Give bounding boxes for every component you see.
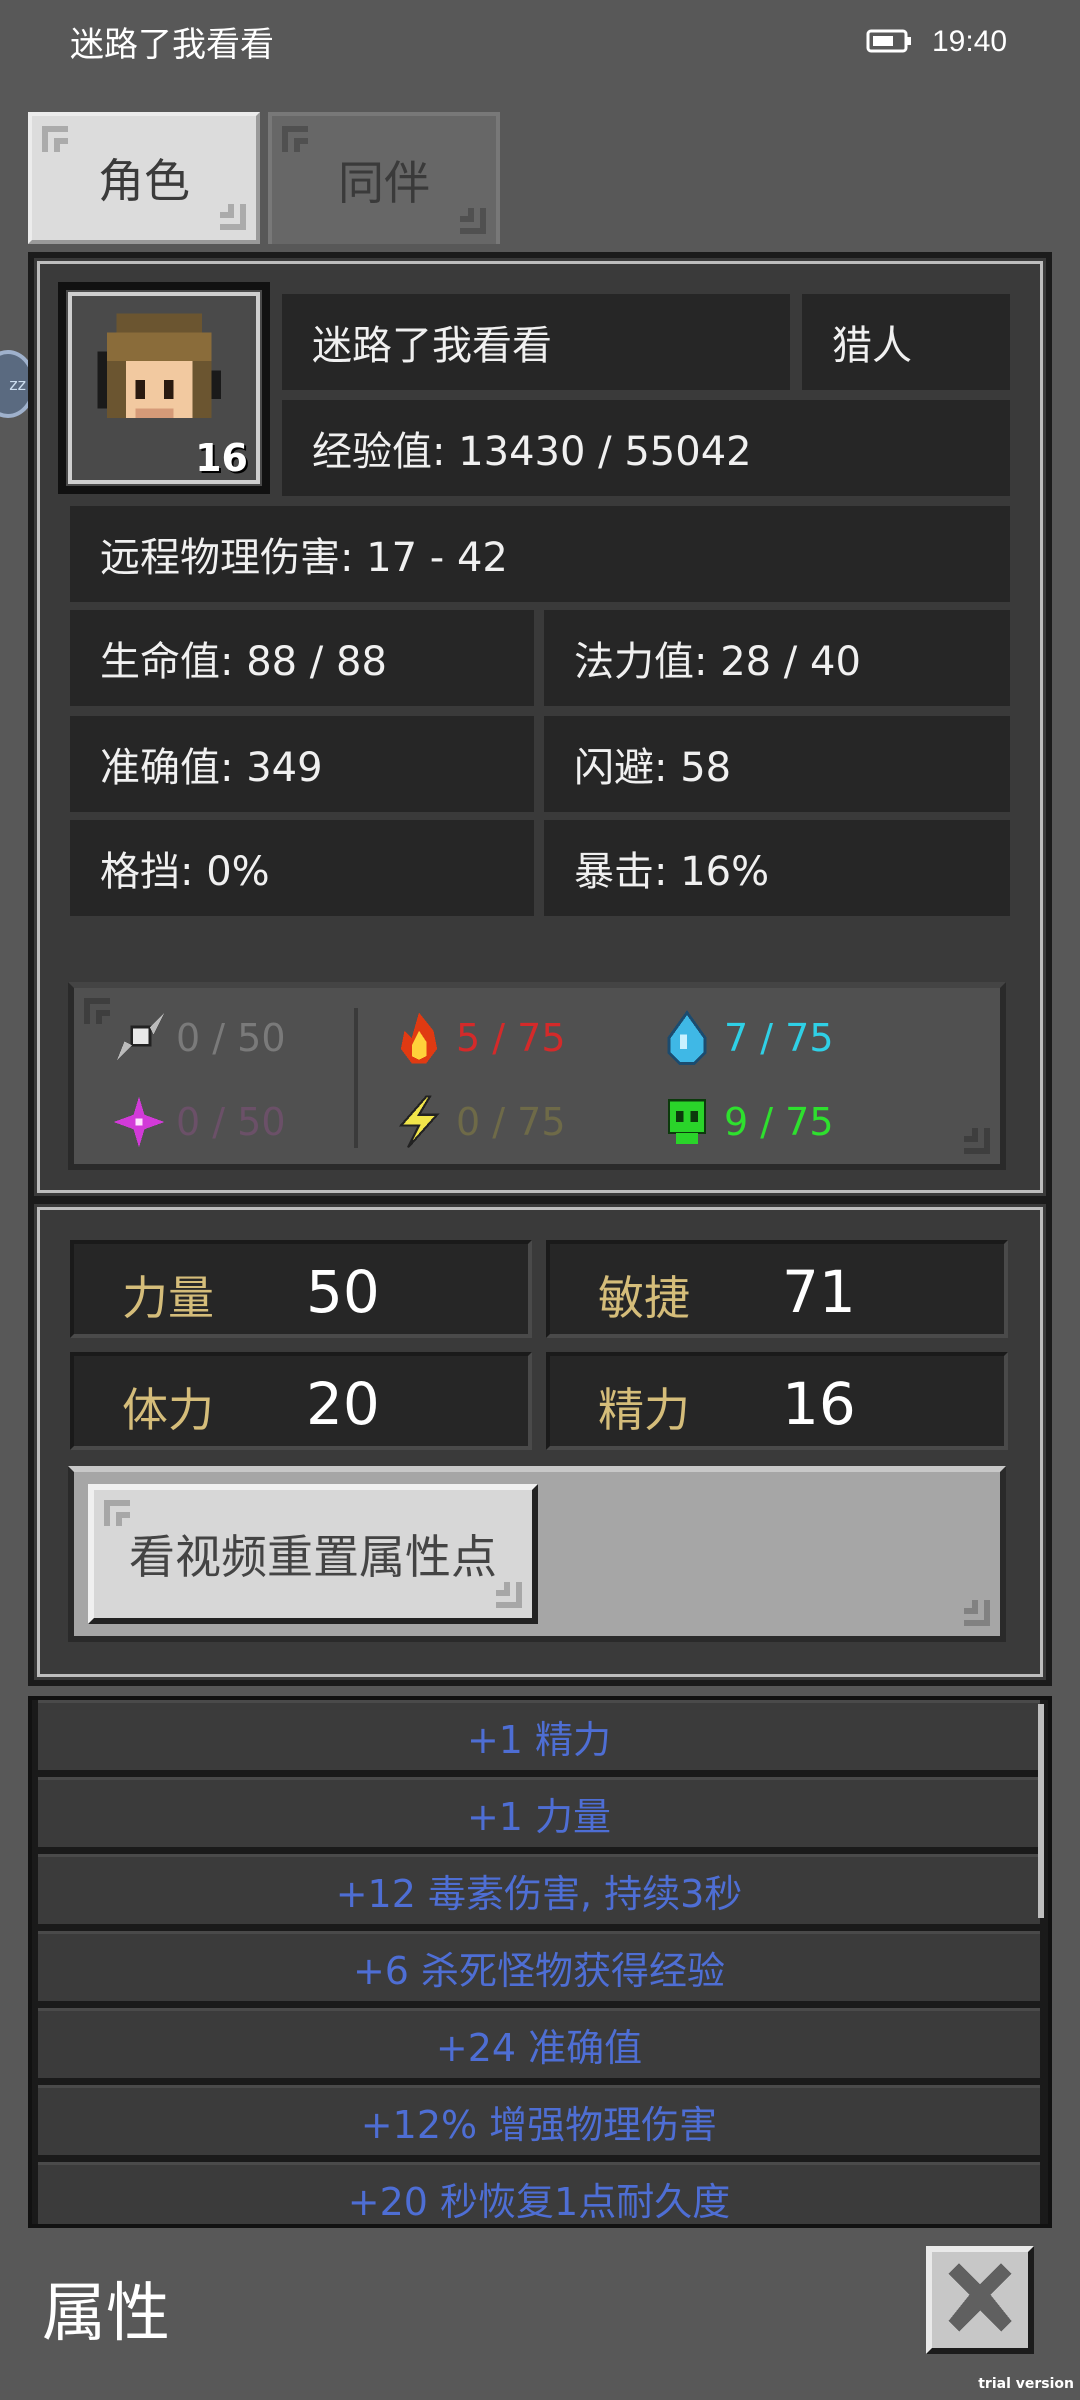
accuracy-stat: 准确值: 349 xyxy=(70,716,534,812)
crit-stat: 暴击: 16% xyxy=(544,820,1010,916)
accuracy-text: 准确值: 349 xyxy=(100,745,323,791)
corner-ornament xyxy=(964,1600,990,1626)
attribute-label: 体力 xyxy=(122,1383,214,1437)
bonus-text: +1 精力 xyxy=(466,1718,612,1762)
close-button[interactable] xyxy=(926,2246,1034,2354)
bonus-list[interactable]: +1 精力 +1 力量 +12 毒素伤害, 持续3秒 +6 杀死怪物获得经验 +… xyxy=(28,1696,1052,2228)
corner-ornament xyxy=(496,1582,522,1608)
bonus-text: +24 准确值 xyxy=(435,2026,643,2070)
corner-ornament xyxy=(964,1128,990,1154)
hp-text: 生命值: 88 / 88 xyxy=(100,639,387,685)
ranged-damage: 远程物理伤害: 17 - 42 xyxy=(70,506,1010,602)
list-item: +12% 增强物理伤害 xyxy=(38,2085,1040,2155)
poison-resistance: 9 / 75 xyxy=(658,1092,834,1152)
lightning-icon xyxy=(398,1095,440,1149)
corner-ornament xyxy=(460,208,486,234)
list-item: +20 秒恢复1点耐久度 xyxy=(38,2162,1040,2224)
water-resistance: 7 / 75 xyxy=(658,1008,834,1068)
attribute-value: 20 xyxy=(306,1370,380,1438)
water-resistance-value: 7 / 75 xyxy=(724,1016,834,1060)
lightning-resistance-value: 0 / 75 xyxy=(456,1100,566,1144)
floating-bubble-label: zz xyxy=(9,374,26,394)
character-class-text: 猎人 xyxy=(832,323,912,369)
character-level: 16 xyxy=(195,436,248,480)
reset-attributes-label: 看视频重置属性点 xyxy=(129,1530,497,1584)
list-item: +1 精力 xyxy=(38,1700,1040,1770)
corner-ornament xyxy=(220,204,246,230)
attribute-value: 50 xyxy=(306,1258,380,1326)
tab-companion[interactable]: 同伴 xyxy=(268,112,500,244)
character-name: 迷路了我看看 xyxy=(282,294,790,390)
character-class: 猎人 xyxy=(802,294,1010,390)
attribute-label: 力量 xyxy=(122,1271,214,1325)
fire-resistance-value: 5 / 75 xyxy=(456,1016,566,1060)
corner-ornament xyxy=(84,998,110,1024)
bonus-text: +6 杀死怪物获得经验 xyxy=(352,1949,726,1993)
attribute-energy: 精力 16 xyxy=(546,1352,1008,1450)
dodge-text: 闪避: 58 xyxy=(574,745,732,791)
character-name-text: 迷路了我看看 xyxy=(312,323,552,369)
status-bar-title: 迷路了我看看 xyxy=(70,25,274,65)
dodge-stat: 闪避: 58 xyxy=(544,716,1010,812)
shuriken-icon xyxy=(117,1012,165,1060)
list-item: +6 杀死怪物获得经验 xyxy=(38,1931,1040,2001)
hp-stat: 生命值: 88 / 88 xyxy=(70,610,534,706)
experience-value: 经验值: 13430 / 55042 xyxy=(282,400,1010,496)
poison-resistance-value: 9 / 75 xyxy=(724,1100,834,1144)
bonus-text: +20 秒恢复1点耐久度 xyxy=(347,2180,731,2224)
bonus-text: +1 力量 xyxy=(466,1795,612,1839)
block-stat: 格挡: 0% xyxy=(70,820,534,916)
bonus-text: +12 毒素伤害, 持续3秒 xyxy=(335,1872,743,1916)
attribute-agility: 敏捷 71 xyxy=(546,1240,1008,1338)
attribute-label: 精力 xyxy=(598,1383,690,1437)
corner-ornament xyxy=(282,126,308,152)
fire-icon xyxy=(400,1012,438,1064)
physical-resistance: 0 / 50 xyxy=(110,1008,286,1068)
reset-attributes-button[interactable]: 看视频重置属性点 xyxy=(88,1484,538,1624)
lightning-resistance: 0 / 75 xyxy=(390,1092,566,1152)
corner-ornament xyxy=(104,1500,130,1526)
list-item: +24 准确值 xyxy=(38,2008,1040,2078)
attribute-value: 71 xyxy=(782,1258,856,1326)
magic-resistance-value: 0 / 50 xyxy=(176,1100,286,1144)
attribute-label: 敏捷 xyxy=(598,1271,690,1325)
tab-companion-label: 同伴 xyxy=(338,156,430,210)
page-title: 属性 xyxy=(42,2277,170,2351)
attribute-strength: 力量 50 xyxy=(70,1240,532,1338)
divider xyxy=(354,1008,358,1148)
list-item: +1 力量 xyxy=(38,1777,1040,1847)
mp-text: 法力值: 28 / 40 xyxy=(574,639,861,685)
mp-stat: 法力值: 28 / 40 xyxy=(544,610,1010,706)
attribute-value: 16 xyxy=(782,1370,856,1438)
list-item: +12 毒素伤害, 持续3秒 xyxy=(38,1854,1040,1924)
battery-icon xyxy=(866,29,911,53)
bonus-text: +12% 增强物理伤害 xyxy=(360,2103,718,2147)
attribute-stamina: 体力 20 xyxy=(70,1352,532,1450)
crit-text: 暴击: 16% xyxy=(574,849,770,895)
fire-resistance: 5 / 75 xyxy=(390,1008,566,1068)
trial-version-label: trial version xyxy=(978,2376,1074,2392)
close-icon xyxy=(948,2263,1012,2332)
tab-character-label: 角色 xyxy=(98,154,190,208)
water-drop-icon xyxy=(667,1010,707,1065)
ranged-damage-text: 远程物理伤害: 17 - 42 xyxy=(100,535,508,581)
experience-text: 经验值: 13430 / 55042 xyxy=(312,429,752,475)
hunter-avatar-icon xyxy=(97,313,221,418)
tab-character[interactable]: 角色 xyxy=(28,112,260,244)
physical-resistance-value: 0 / 50 xyxy=(176,1016,286,1060)
magic-resistance: 0 / 50 xyxy=(110,1092,286,1152)
block-text: 格挡: 0% xyxy=(100,849,270,895)
scrollbar[interactable] xyxy=(1038,1704,1044,1918)
corner-ornament xyxy=(42,126,68,152)
character-portrait: 16 xyxy=(58,282,270,494)
magic-burst-icon xyxy=(113,1096,165,1148)
poison-skull-icon xyxy=(667,1099,707,1144)
status-bar-time: 19:40 xyxy=(932,25,1008,58)
